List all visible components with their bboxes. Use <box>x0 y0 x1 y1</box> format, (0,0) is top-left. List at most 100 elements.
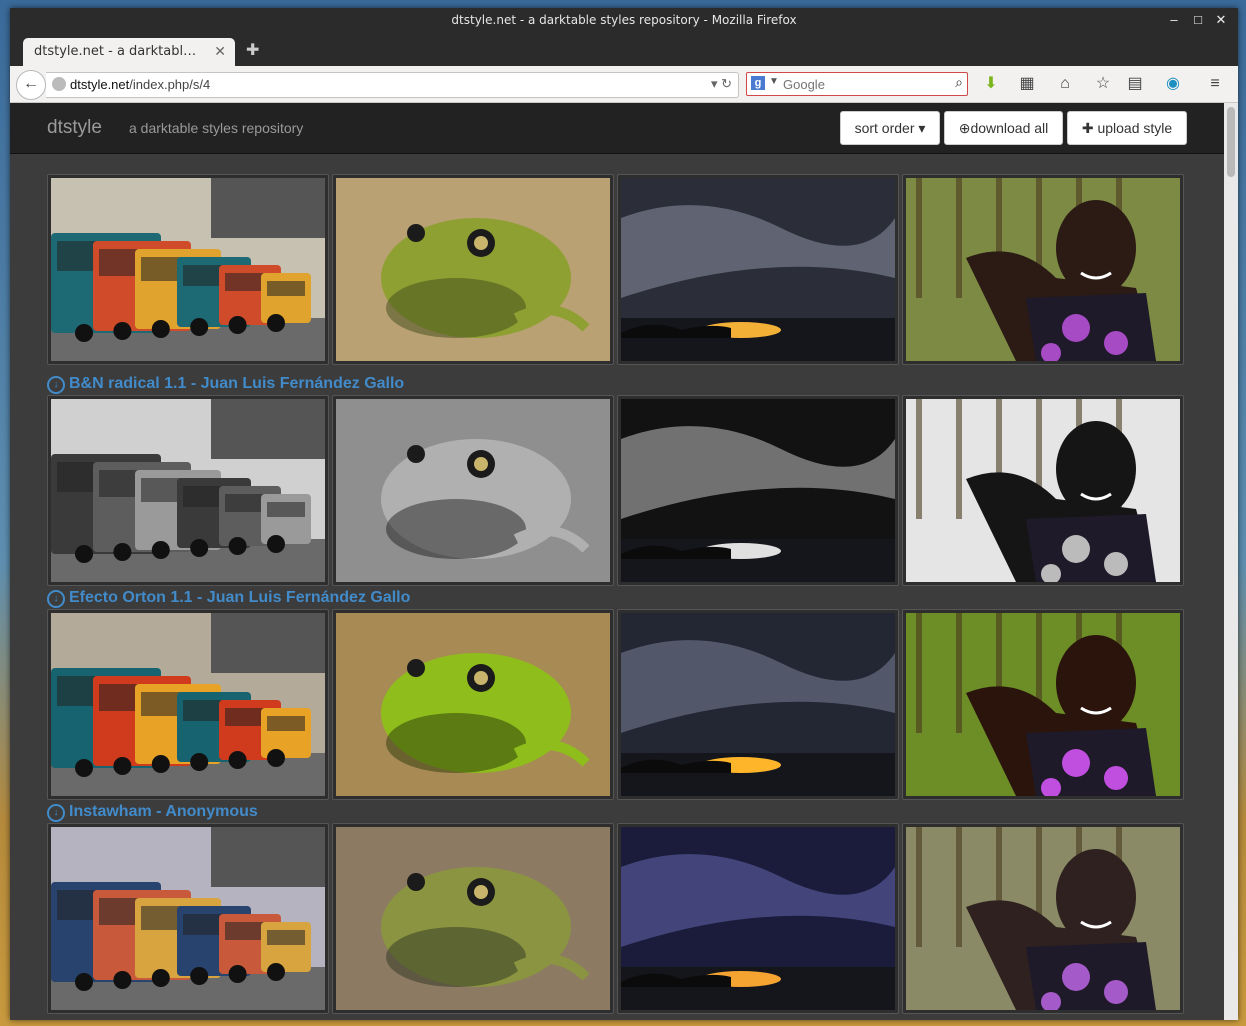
sunset-photo <box>621 399 895 582</box>
trucks-photo <box>51 399 325 582</box>
site-navbar: dtstyle a darktable styles repository so… <box>10 103 1224 154</box>
search-box[interactable]: g ▼ ⌕ <box>746 72 968 96</box>
url-path: /index.php/s/4 <box>129 77 211 92</box>
download-circle-icon: ↓ <box>47 590 65 608</box>
close-tab-icon[interactable]: ✕ <box>214 43 226 60</box>
back-icon[interactable]: ← <box>16 70 46 100</box>
style-row <box>47 174 1186 365</box>
girl-photo <box>906 178 1180 361</box>
close-window-icon[interactable]: ✕ <box>1213 12 1229 28</box>
style-thumbnail[interactable] <box>617 174 899 365</box>
upload-style-label: upload style <box>1097 120 1173 136</box>
style-thumbnail[interactable] <box>902 823 1184 1014</box>
bookmark-star-icon[interactable]: ☆ <box>1092 74 1114 94</box>
reload-icon[interactable]: ▾ ↻ <box>711 76 732 92</box>
download-all-label: download all <box>970 120 1049 136</box>
url-host: dtstyle.net <box>70 77 130 92</box>
style-title-text: Instawham - Anonymous <box>69 803 258 820</box>
site-tagline: a darktable styles repository <box>129 120 304 136</box>
extension-globe-icon[interactable]: ◉ <box>1162 74 1184 94</box>
sunset-photo <box>621 613 895 796</box>
style-thumbnail[interactable] <box>617 609 899 800</box>
minimize-icon[interactable]: – <box>1166 12 1182 28</box>
thumbnail-photo-trucks <box>51 827 325 1010</box>
thumbnail-photo-sunset <box>621 827 895 1010</box>
download-all-button[interactable]: ⊕download all <box>944 111 1063 145</box>
style-thumbnail[interactable] <box>47 174 329 365</box>
style-thumbnail[interactable] <box>47 823 329 1014</box>
sunset-photo <box>621 827 895 1010</box>
trucks-photo <box>51 613 325 796</box>
thumbnail-photo-frog <box>336 399 610 582</box>
trucks-photo <box>51 178 325 361</box>
home-icon[interactable]: ⌂ <box>1054 74 1076 94</box>
sunset-photo <box>621 178 895 361</box>
style-title-link[interactable]: ↓ Instawham - Anonymous <box>47 803 258 822</box>
scrollbar[interactable] <box>1224 103 1238 1020</box>
download-circle-icon: ⊕ <box>958 120 971 136</box>
style-row <box>47 395 1186 586</box>
style-thumbnail[interactable] <box>47 609 329 800</box>
clipboard-icon[interactable]: ▤ <box>1124 74 1146 94</box>
engine-dropdown-icon[interactable]: ▼ <box>769 76 779 87</box>
url-bar[interactable]: dtstyle.net/index.php/s/4 ▾ ↻ <box>46 72 739 98</box>
thumbnail-photo-girl <box>906 399 1180 582</box>
title-bar: dtstyle.net - a darktable styles reposit… <box>10 8 1238 34</box>
navigation-toolbar: ← dtstyle.net/index.php/s/4 ▾ ↻ g ▼ ⌕ ⬇ … <box>10 66 1238 103</box>
girl-photo <box>906 399 1180 582</box>
tile-grid-icon[interactable]: ▦ <box>1016 74 1038 94</box>
menu-icon[interactable]: ≡ <box>1204 74 1226 94</box>
girl-photo <box>906 827 1180 1010</box>
style-title-link[interactable]: ↓ B&N radical 1.1 - Juan Luis Fernández G… <box>47 375 404 394</box>
site-brand[interactable]: dtstyle <box>47 117 102 139</box>
scrollbar-thumb[interactable] <box>1227 107 1235 177</box>
globe-icon <box>52 77 66 91</box>
thumbnail-photo-girl <box>906 613 1180 796</box>
style-thumbnail[interactable] <box>47 395 329 586</box>
tab-strip: dtstyle.net - a darktable styles reposit… <box>10 34 1238 66</box>
thumbnail-photo-girl <box>906 827 1180 1010</box>
download-circle-icon: ↓ <box>47 804 65 822</box>
frog-photo <box>336 178 610 361</box>
style-title-text: B&N radical 1.1 - Juan Luis Fernández Ga… <box>69 375 405 392</box>
sort-order-button[interactable]: sort order ▾ <box>840 111 940 145</box>
search-input[interactable] <box>781 75 945 94</box>
style-title-link[interactable]: ↓ Efecto Orton 1.1 - Juan Luis Fernández … <box>47 589 410 608</box>
plus-icon: ✚ <box>1081 120 1098 136</box>
search-icon[interactable]: ⌕ <box>955 74 963 91</box>
girl-photo <box>906 613 1180 796</box>
page-content: dtstyle a darktable styles repository so… <box>10 103 1224 1020</box>
frog-photo <box>336 827 610 1010</box>
thumbnail-photo-trucks <box>51 178 325 361</box>
window-title: dtstyle.net - a darktable styles reposit… <box>451 13 797 27</box>
new-tab-icon[interactable]: ✚ <box>246 40 259 60</box>
thumbnail-photo-frog <box>336 827 610 1010</box>
download-arrow-icon[interactable]: ⬇ <box>980 74 1002 94</box>
upload-style-button[interactable]: ✚ upload style <box>1067 111 1187 145</box>
thumbnail-photo-sunset <box>621 178 895 361</box>
style-thumbnail[interactable] <box>617 823 899 1014</box>
thumbnail-photo-sunset <box>621 399 895 582</box>
browser-window: dtstyle.net - a darktable styles reposit… <box>10 8 1238 1020</box>
style-thumbnail[interactable] <box>902 174 1184 365</box>
thumbnail-photo-frog <box>336 613 610 796</box>
style-thumbnail[interactable] <box>902 609 1184 800</box>
style-thumbnail[interactable] <box>617 395 899 586</box>
thumbnail-photo-trucks <box>51 399 325 582</box>
style-title-text: Efecto Orton 1.1 - Juan Luis Fernández G… <box>69 589 411 606</box>
style-thumbnail[interactable] <box>902 395 1184 586</box>
url-text[interactable]: dtstyle.net/index.php/s/4 <box>70 77 210 92</box>
style-thumbnail[interactable] <box>332 395 614 586</box>
thumbnail-photo-frog <box>336 178 610 361</box>
google-engine-icon[interactable]: g <box>751 76 765 90</box>
thumbnail-photo-sunset <box>621 613 895 796</box>
thumbnail-photo-trucks <box>51 613 325 796</box>
style-thumbnail[interactable] <box>332 174 614 365</box>
style-thumbnail[interactable] <box>332 823 614 1014</box>
style-row <box>47 609 1186 800</box>
trucks-photo <box>51 827 325 1010</box>
browser-tab[interactable]: dtstyle.net - a darktable styles reposit… <box>23 38 235 66</box>
style-thumbnail[interactable] <box>332 609 614 800</box>
maximize-icon[interactable]: □ <box>1190 12 1206 28</box>
frog-photo <box>336 613 610 796</box>
